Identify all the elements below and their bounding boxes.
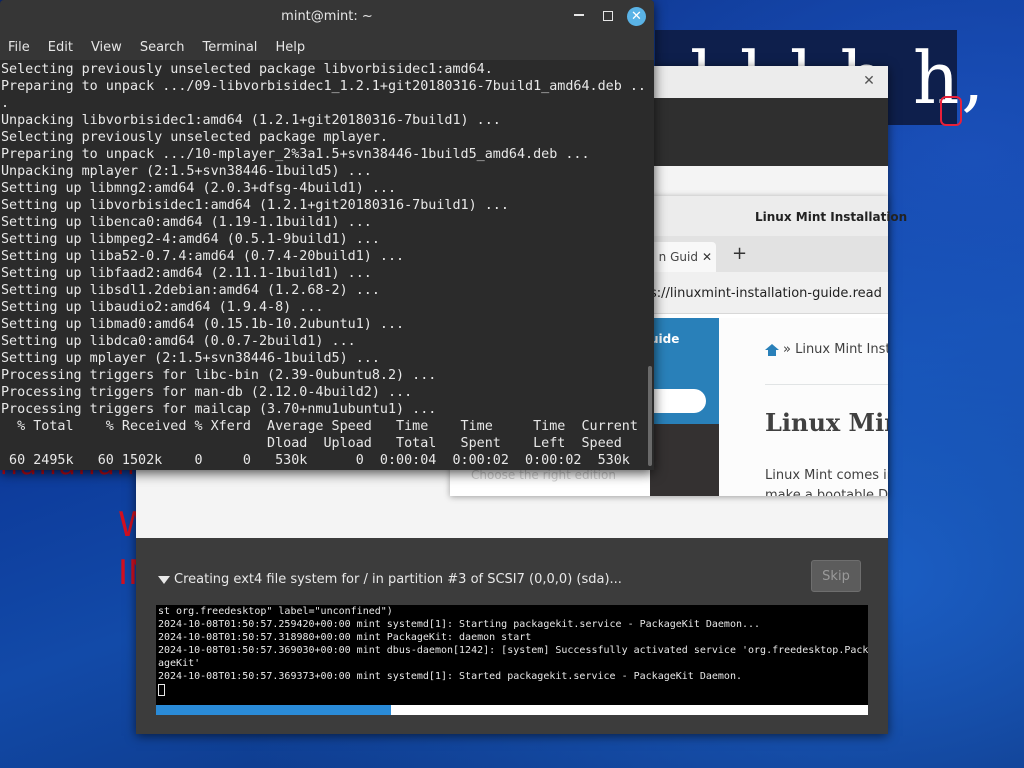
terminal-line: Unpacking mplayer (2:1.5+svn38446-1build…: [1, 164, 372, 179]
close-icon[interactable]: ✕: [702, 250, 712, 264]
terminal-menubar: File Edit View Search Terminal Help: [0, 34, 654, 60]
menu-terminal[interactable]: Terminal: [202, 40, 257, 55]
install-status-text: Creating ext4 file system for / in parti…: [174, 572, 622, 587]
skip-button[interactable]: Skip: [811, 560, 861, 592]
log-line: 2024-10-08T01:50:57.318980+00:00 mint Pa…: [158, 632, 532, 643]
terminal-line: Preparing to unpack .../09-libvorbisidec…: [1, 79, 646, 94]
terminal-line: Setting up libdca0:amd64 (0.0.7-2build1)…: [1, 334, 356, 349]
log-line: st org.freedesktop" label="unconfined"): [158, 606, 393, 617]
terminal-line: Processing triggers for libc-bin (2.39-0…: [1, 368, 437, 383]
browser-window-title: Linux Mint Installation: [755, 210, 908, 224]
hand-icon: [940, 96, 962, 126]
docs-sidebar-link[interactable]: Choose the right edition: [471, 468, 616, 482]
menu-file[interactable]: File: [8, 40, 30, 55]
terminal-output[interactable]: Selecting previously unselected package …: [0, 60, 646, 470]
terminal-line: Processing triggers for man-db (2.12.0-4…: [1, 385, 413, 400]
breadcrumb: » Linux Mint Inst: [765, 342, 888, 357]
close-icon[interactable]: ✕: [627, 7, 646, 26]
docs-sidebar-title[interactable]: uide: [650, 332, 679, 346]
menu-edit[interactable]: Edit: [48, 40, 73, 55]
terminal-line: Selecting previously unselected package …: [1, 130, 388, 145]
terminal-line: Selecting previously unselected package …: [1, 62, 493, 77]
log-line: 2024-10-08T01:50:57.369030+00:00 mint db…: [158, 645, 868, 656]
paragraph-line: Linux Mint comes in: [765, 468, 888, 483]
terminal-line: Setting up liba52-0.7.4:amd64 (0.7.4-20b…: [1, 249, 405, 264]
terminal-line: Setting up libsdl1.2debian:amd64 (1.2.68…: [1, 283, 380, 298]
terminal-line: Setting up libaudio2:amd64 (1.9.4-8) ...: [1, 300, 324, 315]
terminal-line: % Total % Received % Xferd Average Speed…: [1, 419, 638, 434]
install-status[interactable]: Creating ext4 file system for / in parti…: [158, 572, 622, 588]
docs-search-input[interactable]: [650, 389, 706, 413]
terminal-line: 60 2495k 60 1502k 0 0 530k 0 0:00:04 0:0…: [1, 453, 630, 468]
menu-search[interactable]: Search: [140, 40, 185, 55]
terminal-line: Setting up libenca0:amd64 (1.19-1.1build…: [1, 215, 372, 230]
expand-triangle-icon[interactable]: [158, 576, 170, 584]
browser-tab[interactable]: n Guid ✕: [650, 242, 716, 272]
page-title: Linux Mint: [765, 408, 888, 437]
url-field[interactable]: s://linuxmint-installation-guide.read: [650, 282, 888, 304]
scrollbar-thumb[interactable]: [648, 366, 652, 466]
divider: [765, 384, 888, 385]
menu-help[interactable]: Help: [275, 40, 305, 55]
terminal-line: Setting up mplayer (2:1.5+svn38446-1buil…: [1, 351, 380, 366]
minimize-icon[interactable]: [574, 14, 584, 16]
terminal-line: Setting up libmad0:amd64 (0.15.1b-10.2ub…: [1, 317, 405, 332]
terminal-titlebar: mint@mint: ~ ✕: [0, 0, 654, 34]
terminal-line: Setting up libmng2:amd64 (2.0.3+dfsg-4bu…: [1, 181, 397, 196]
paragraph-line: make a bootable DV: [765, 488, 888, 496]
text-cursor: [158, 684, 165, 696]
docs-content: » Linux Mint Inst Linux Mint Linux Mint …: [719, 318, 888, 496]
terminal-line: .: [1, 96, 10, 111]
terminal-line: Preparing to unpack .../10-mplayer_2%3a1…: [1, 147, 590, 162]
menu-view[interactable]: View: [91, 40, 122, 55]
terminal-line: Setting up libmpeg2-4:amd64 (0.5.1-9buil…: [1, 232, 380, 247]
url-text: s://linuxmint-installation-guide.read: [650, 286, 882, 301]
terminal-scrollbar[interactable]: [646, 60, 654, 470]
install-progress-fill: [156, 705, 391, 715]
terminal-line: Processing triggers for mailcap (3.70+nm…: [1, 402, 437, 417]
close-icon[interactable]: ✕: [860, 72, 878, 90]
breadcrumb-text: » Linux Mint Inst: [783, 342, 888, 357]
log-line: 2024-10-08T01:50:57.369373+00:00 mint sy…: [158, 671, 742, 682]
page-paragraph: Linux Mint comes in make a bootable DV: [765, 466, 888, 496]
log-line: 2024-10-08T01:50:57.259420+00:00 mint sy…: [158, 619, 761, 630]
maximize-icon[interactable]: [603, 11, 613, 21]
install-log[interactable]: st org.freedesktop" label="unconfined") 2…: [156, 605, 868, 705]
terminal-title: mint@mint: ~: [281, 9, 373, 24]
install-progress-bar: [156, 705, 868, 715]
terminal-line: Dload Upload Total Spent Left Speed: [1, 436, 622, 451]
browser-tab-label: n Guid: [658, 250, 698, 264]
log-line: ageKit': [158, 658, 201, 669]
terminal-line: Setting up libfaad2:amd64 (2.11.1-1build…: [1, 266, 372, 281]
terminal-line: Setting up libvorbisidec1:amd64 (1.2.1+g…: [1, 198, 509, 213]
terminal-line: Unpacking libvorbisidec1:amd64 (1.2.1+gi…: [1, 113, 501, 128]
terminal-window: mint@mint: ~ ✕ File Edit View Search Ter…: [0, 0, 654, 470]
home-icon[interactable]: [765, 343, 779, 356]
plus-icon[interactable]: +: [732, 243, 747, 264]
